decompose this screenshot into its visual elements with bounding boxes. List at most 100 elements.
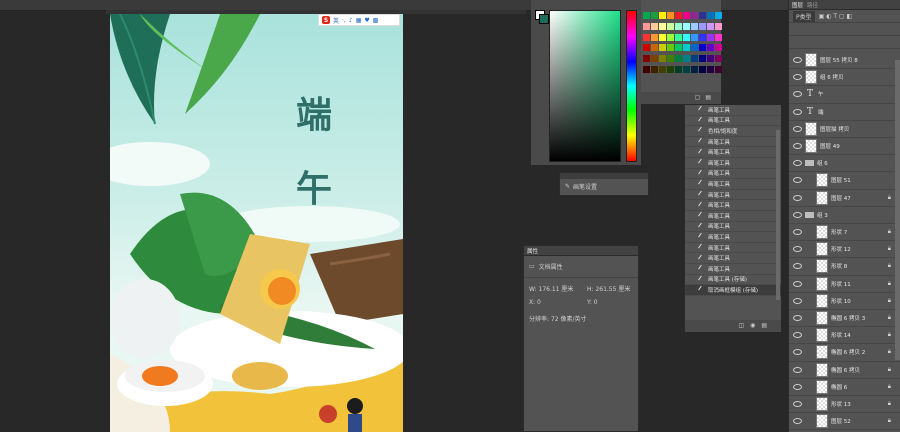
swatch[interactable] [667,33,674,41]
swatch[interactable] [675,12,682,19]
history-item[interactable]: 画笔工具 [685,137,781,148]
swatch[interactable] [707,55,714,63]
swatch[interactable] [651,22,658,30]
swatch[interactable] [659,33,666,41]
layer-row[interactable]: 图层 47 🔒︎ [789,190,900,207]
layer-row[interactable]: 形状 13 🔒︎ [789,396,900,414]
swatch[interactable] [683,22,690,30]
layer-name[interactable]: 图层 55 拷贝 8 [820,56,858,64]
layer-row[interactable]: 组 6 [789,155,900,173]
x-value[interactable]: X: 0 [529,299,587,306]
swatch[interactable] [651,12,658,19]
history-scrollbar[interactable] [776,130,780,300]
history-item[interactable]: 画笔工具 [685,253,781,264]
visibility-eye-icon[interactable] [793,315,802,322]
swatch[interactable] [691,33,698,41]
layer-row[interactable]: 图层 49 [789,138,900,156]
layer-name[interactable]: 形状 11 [831,280,851,288]
layer-row[interactable]: 图层 52 🔒︎ [789,413,900,431]
history-item[interactable]: 画笔工具 [685,116,781,127]
layer-row[interactable]: 形状 10 🔒︎ [789,293,900,310]
layer-row[interactable]: T午 [789,86,900,104]
swatch[interactable] [691,66,698,74]
new-swatch-icon[interactable]: ▢ [695,94,701,102]
visibility-eye-icon[interactable] [793,297,802,304]
layer-name[interactable]: 形状 13 [831,400,851,408]
lock-row[interactable] [789,36,900,49]
visibility-eye-icon[interactable] [793,108,802,115]
swatch[interactable] [667,66,674,74]
swatch[interactable] [715,12,722,19]
layer-name[interactable]: 图层 49 [820,142,840,150]
punctuation-icon[interactable]: ·, [342,17,346,24]
blend-mode-row[interactable] [789,23,900,36]
history-item[interactable]: 画笔工具 [685,105,781,116]
layer-name[interactable]: 形状 12 [831,245,851,253]
visibility-eye-icon[interactable] [793,211,802,218]
history-item[interactable]: 画笔工具 [685,211,781,222]
layer-name[interactable]: 椭圆 6 拷贝 2 [831,348,865,356]
visibility-eye-icon[interactable] [793,177,802,184]
swatch[interactable] [659,22,666,30]
swatch[interactable] [715,66,722,74]
visibility-eye-icon[interactable] [793,91,802,98]
toolbox-icon[interactable]: ▩ [373,17,379,24]
paths-tab[interactable]: 路径 [807,1,818,9]
visibility-eye-icon[interactable] [793,280,802,287]
swatch[interactable] [667,22,674,30]
layer-row[interactable]: 椭圆 6 拷贝 🔒︎ [789,362,900,379]
layer-row[interactable]: T端 [789,104,900,121]
history-item[interactable]: 画笔工具 [685,232,781,243]
swatch[interactable] [675,22,682,30]
swatch[interactable] [699,55,706,63]
layer-row[interactable]: 椭圆 6 拷贝 3 🔒︎ [789,310,900,328]
saturation-value-field[interactable] [549,10,621,162]
swatch[interactable] [691,22,698,30]
properties-tab[interactable]: 属性 [527,247,538,255]
layer-row[interactable]: 形状 8 🔒︎ [789,258,900,276]
history-item[interactable]: 色相/饱和度 [685,126,781,137]
history-item[interactable]: 画笔工具 (存储) [685,275,781,286]
swatch[interactable] [707,33,714,41]
hue-slider[interactable] [626,10,637,162]
history-item[interactable]: 画笔工具 [685,158,781,169]
visibility-eye-icon[interactable] [793,401,802,408]
history-item[interactable]: 取消画框模组 (存储) [685,285,781,296]
swatch[interactable] [667,12,674,19]
history-item[interactable]: 画笔工具 [685,222,781,233]
swatch[interactable] [715,22,722,30]
swatch[interactable] [651,66,658,74]
layer-name[interactable]: 形状 14 [831,331,851,339]
swatch[interactable] [707,66,714,74]
history-item[interactable]: 画笔工具 [685,264,781,275]
layer-name[interactable]: 形状 8 [831,262,847,270]
layer-name[interactable]: 组 6 [817,159,828,167]
layers-scrollbar[interactable] [895,60,900,360]
swatch[interactable] [707,44,714,52]
brush-settings-icon[interactable]: ✎ [565,183,570,190]
history-item[interactable]: 画笔工具 [685,200,781,211]
layer-name[interactable]: 组 3 [817,211,828,219]
visibility-eye-icon[interactable] [793,349,802,356]
swatch[interactable] [667,55,674,63]
swatch[interactable] [691,55,698,63]
swatch[interactable] [643,66,650,74]
visibility-eye-icon[interactable] [793,229,802,236]
swatch[interactable] [667,44,674,52]
document-canvas[interactable]: S 英 ·, ♪ ▦ ♥ ▩ 端 午 [110,14,403,432]
swatch[interactable] [707,22,714,30]
layer-row[interactable]: 组 6 拷贝 [789,69,900,87]
swatch[interactable] [643,33,650,41]
swatch[interactable] [707,12,714,19]
swatch[interactable] [691,44,698,52]
swatch[interactable] [683,66,690,74]
swatch[interactable] [675,44,682,52]
swatch[interactable] [699,12,706,19]
layer-kind-filter[interactable]: P类型 [793,10,815,22]
layer-row[interactable]: 组 3 [789,207,900,224]
swatch[interactable] [699,33,706,41]
layer-row[interactable]: 椭圆 6 🔒︎ [789,379,900,396]
layer-name[interactable]: 图层 47 [831,194,851,202]
swatch[interactable] [691,12,698,19]
swatch[interactable] [675,55,682,63]
